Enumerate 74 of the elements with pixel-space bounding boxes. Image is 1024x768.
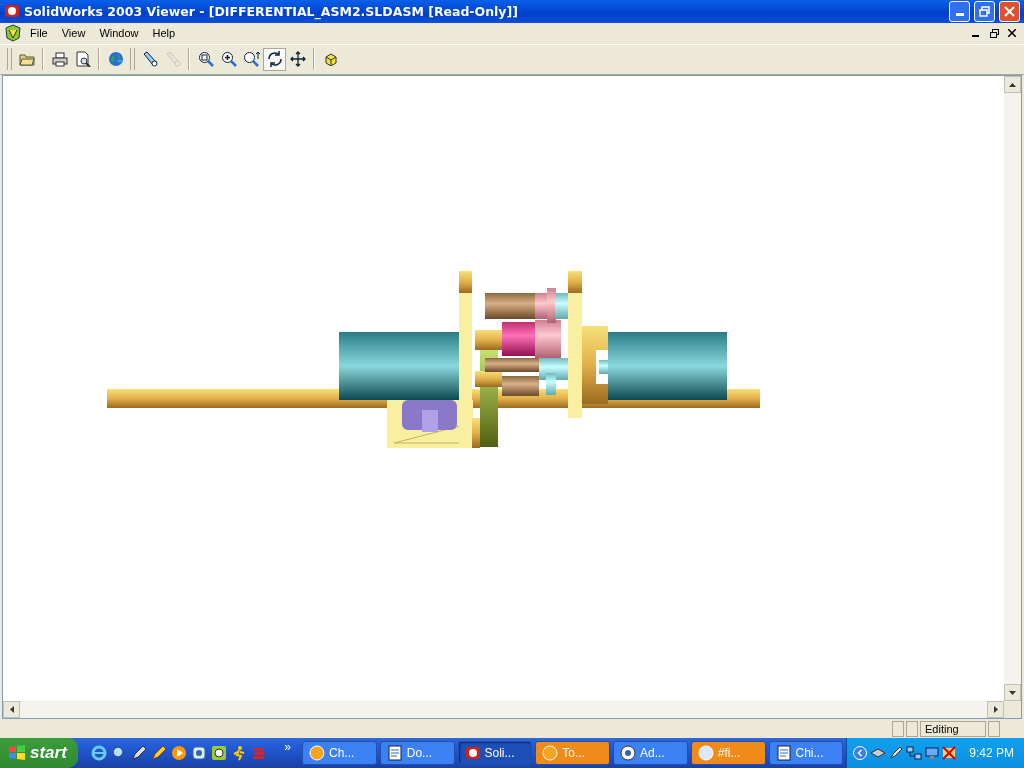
taskbar-button[interactable]: Ad... <box>613 741 688 765</box>
quick-launch-button[interactable] <box>111 745 128 761</box>
window-title: SolidWorks 2003 Viewer - [DIFFERENTIAL_ASM2.SLDASM [Read-Only]] <box>24 3 519 19</box>
clock-icon <box>211 745 228 761</box>
taskbar-button[interactable]: Ch... <box>302 741 377 765</box>
circle-app-icon <box>309 745 325 761</box>
print-preview-icon <box>74 51 91 68</box>
printer-icon <box>51 51 68 67</box>
clock: 9:42 PM <box>969 746 1014 760</box>
monitor-icon <box>925 746 940 760</box>
flashlight-icon <box>164 51 181 68</box>
minimize-icon <box>955 13 964 17</box>
menu-item[interactable]: File <box>24 25 54 42</box>
shaded-box-icon <box>323 52 338 67</box>
scroll-left-button[interactable] <box>3 701 20 719</box>
close-icon <box>1004 5 1015 17</box>
windows-logo-icon <box>8 744 26 762</box>
quick-launch-button[interactable] <box>211 745 228 761</box>
network-icon <box>906 746 923 760</box>
circle-app-icon <box>542 745 559 761</box>
restore-icon <box>979 5 990 17</box>
down-arrow-icon <box>1009 690 1016 695</box>
scroll-down-button[interactable] <box>1004 684 1021 702</box>
quick-launch-button[interactable] <box>171 745 188 761</box>
status-mode: Editing <box>920 720 986 737</box>
circle-app-icon <box>697 745 714 761</box>
more-button[interactable]: » <box>276 740 299 754</box>
taskbar-button[interactable]: #fi... <box>690 741 766 765</box>
right-arrow-icon <box>993 706 998 714</box>
zoom-fit-icon <box>197 51 214 68</box>
quick-launch-button[interactable] <box>191 745 208 761</box>
search-icon <box>111 745 128 761</box>
stripes-icon <box>251 745 268 761</box>
menu-item[interactable]: View <box>55 25 92 42</box>
menu-item[interactable]: Window <box>93 25 145 42</box>
rotate-icon <box>265 50 284 69</box>
pan-arrows-icon <box>289 51 306 68</box>
left-arrow-icon <box>9 706 14 714</box>
app-icon <box>620 745 636 761</box>
restore-icon <box>989 28 999 38</box>
zoom-area-icon <box>242 51 261 68</box>
scroll-right-button[interactable] <box>987 701 1004 719</box>
vertical-scrollbar[interactable] <box>1004 76 1021 702</box>
start-button[interactable]: start <box>0 738 79 768</box>
status-pane <box>892 720 904 737</box>
crossed-out-icon <box>942 746 957 760</box>
taskbar-button[interactable]: Chi... <box>768 741 844 765</box>
pen-icon <box>131 745 148 761</box>
browser-e-icon <box>91 745 108 761</box>
scroll-up-button[interactable] <box>1004 76 1021 94</box>
taskbar-button[interactable]: Soli... <box>457 741 533 765</box>
flashlight-icon <box>141 51 158 68</box>
taskbar-button[interactable]: To... <box>535 741 610 765</box>
chevron-left-icon <box>853 746 868 760</box>
taskbar-button[interactable]: Do... <box>379 741 455 765</box>
quick-launch-button[interactable] <box>131 745 148 761</box>
pencil-icon <box>151 745 168 761</box>
app-icon <box>191 745 208 761</box>
zoom-in-icon <box>220 51 237 68</box>
horizontal-scrollbar[interactable] <box>3 701 1004 719</box>
menu-item[interactable]: Help <box>146 25 182 42</box>
scrollbar-corner <box>1004 701 1021 719</box>
pen-icon <box>889 746 904 760</box>
status-pane <box>906 720 918 737</box>
open-folder-icon <box>18 52 35 67</box>
app-logo-icon <box>4 3 20 20</box>
status-pane <box>988 720 1000 737</box>
close-icon <box>1008 29 1016 38</box>
globe-icon <box>107 51 124 68</box>
drive-icon <box>870 746 887 760</box>
up-arrow-icon <box>1009 82 1016 87</box>
app-logo-icon <box>464 745 481 761</box>
play-icon <box>171 745 188 761</box>
toolbar-button[interactable] <box>263 47 286 71</box>
